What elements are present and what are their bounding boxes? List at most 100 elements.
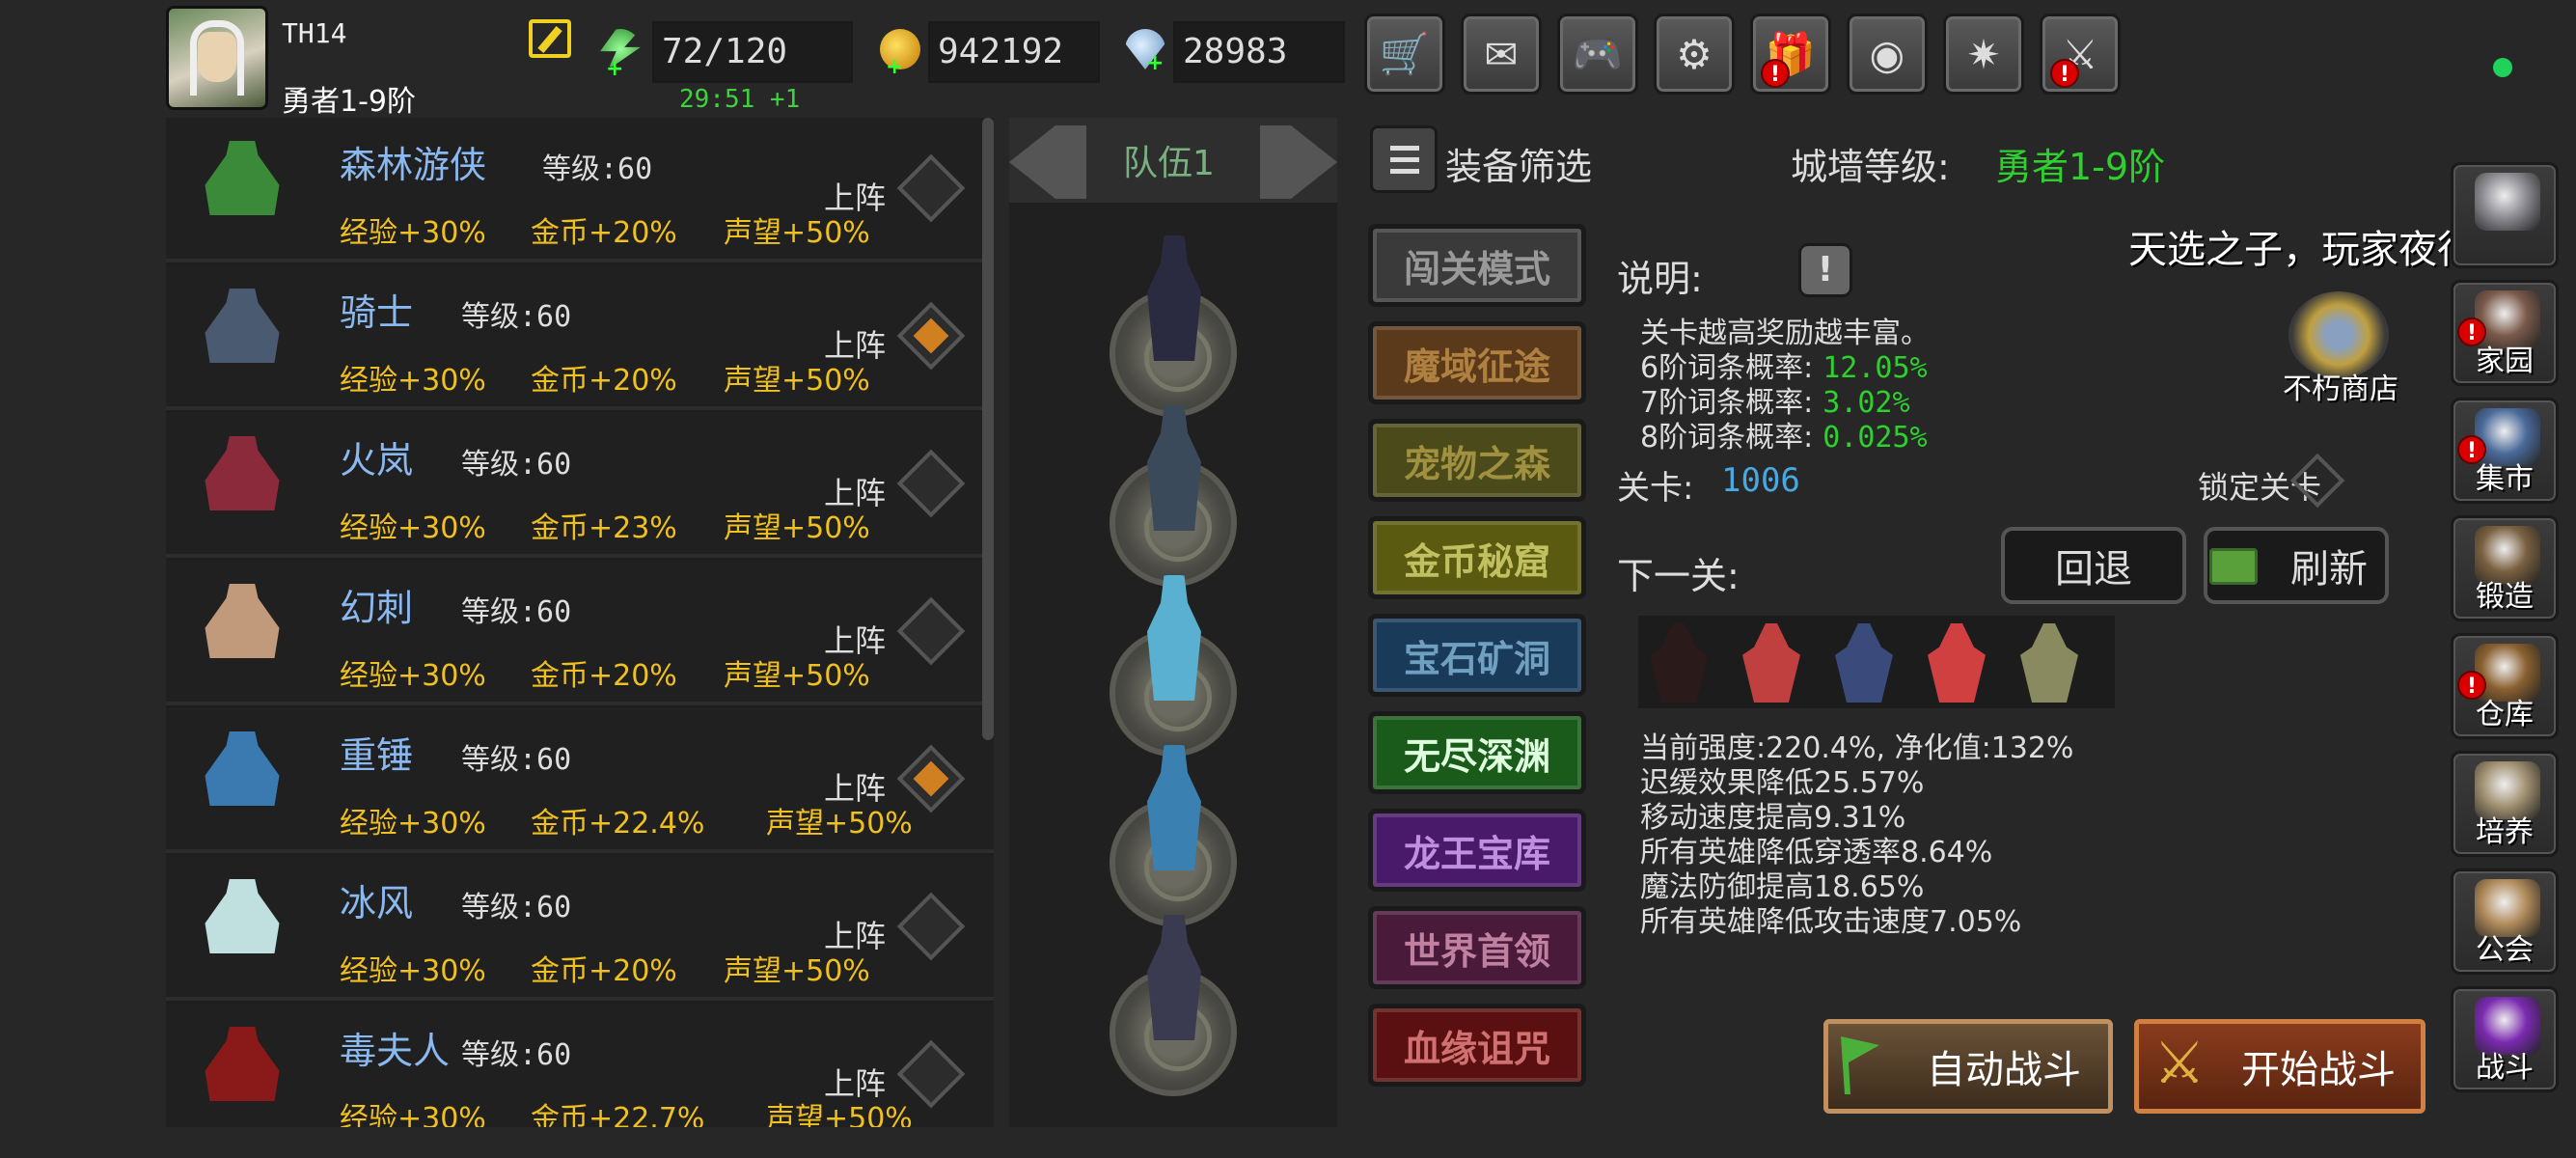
hero-row[interactable]: 幻刺 等级:60 经验+30% 金币+20% 声望+50% 上阵 bbox=[166, 561, 994, 705]
hero-row[interactable]: 火岚 等级:60 经验+30% 金币+23% 声望+50% 上阵 bbox=[166, 413, 994, 558]
mode-button[interactable]: 世界首领 bbox=[1368, 906, 1586, 989]
deploy-toggle[interactable] bbox=[896, 892, 966, 961]
side-menu-label: 培养 bbox=[2476, 815, 2534, 849]
deploy-toggle[interactable] bbox=[896, 449, 966, 518]
hero-row[interactable]: 冰风 等级:60 经验+30% 金币+20% 声望+50% 上阵 bbox=[166, 856, 994, 1001]
hero-gold-bonus: 金币+20% bbox=[531, 216, 677, 250]
mode-button[interactable]: 龙王宝库 bbox=[1368, 809, 1586, 892]
hero-gold-bonus: 金币+20% bbox=[531, 659, 677, 693]
player-title: 勇者1-9阶 bbox=[282, 85, 416, 119]
cart-icon: 🛒 bbox=[1379, 30, 1431, 77]
mode-button[interactable]: 宠物之森 bbox=[1368, 419, 1586, 502]
mail-button[interactable]: ✉ bbox=[1461, 14, 1542, 95]
gear-button[interactable]: ⚙ bbox=[1654, 14, 1735, 95]
hero-sprite bbox=[205, 1017, 280, 1127]
hero-exp-bonus: 经验+30% bbox=[340, 659, 486, 693]
add-gold-icon[interactable]: + bbox=[886, 57, 905, 78]
side-menu-button[interactable]: 锻造 bbox=[2451, 515, 2559, 621]
color-wheel-button[interactable]: ◉ bbox=[1847, 14, 1928, 95]
gamepad-icon: 🎮 bbox=[1572, 30, 1624, 77]
hero-row[interactable]: 毒夫人 等级:60 经验+30% 金币+22.7% 声望+50% 上阵 bbox=[166, 1004, 994, 1127]
enemy-sprite bbox=[1835, 623, 1893, 703]
refresh-video-icon bbox=[2209, 548, 2258, 585]
hero-gold-bonus: 金币+23% bbox=[531, 511, 677, 545]
hero-name: 毒夫人 bbox=[340, 1030, 451, 1072]
side-menu-button[interactable]: 战斗 bbox=[2451, 986, 2559, 1092]
hero-list-scrollbar[interactable] bbox=[982, 118, 994, 740]
hero-exp-bonus: 经验+30% bbox=[340, 1102, 486, 1127]
hero-row[interactable]: 骑士 等级:60 经验+30% 金币+20% 声望+50% 上阵 bbox=[166, 265, 994, 410]
gamepad-button[interactable]: 🎮 bbox=[1557, 14, 1638, 95]
mode-button[interactable]: 宝石矿洞 bbox=[1368, 614, 1586, 697]
mode-button[interactable]: 血缘诅咒 bbox=[1368, 1004, 1586, 1087]
deploy-label: 上阵 bbox=[824, 327, 887, 364]
color-wheel-icon: ◉ bbox=[1869, 30, 1905, 78]
hero-sprite bbox=[205, 131, 280, 251]
add-gem-icon[interactable]: + bbox=[1146, 53, 1165, 74]
team-label: 队伍1 bbox=[1123, 144, 1215, 183]
side-menu-button[interactable]: 公会 bbox=[2451, 868, 2559, 975]
info-icon[interactable] bbox=[1798, 243, 1852, 297]
hero-gold-bonus: 金币+20% bbox=[531, 954, 677, 988]
energy-timer: 29:51 +1 bbox=[679, 85, 801, 114]
stage-modifier-line: 所有英雄降低攻击速度7.05% bbox=[1640, 905, 2022, 939]
cart-button[interactable]: 🛒 bbox=[1364, 14, 1445, 95]
hero-level: 等级:60 bbox=[461, 891, 572, 924]
deploy-toggle[interactable] bbox=[896, 596, 966, 666]
side-menu-button[interactable]: 家园! bbox=[2451, 280, 2559, 386]
alert-badge-icon: ! bbox=[1761, 59, 1790, 88]
hero-row[interactable]: 森林游侠 等级:60 经验+30% 金币+20% 声望+50% 上阵 bbox=[166, 118, 994, 262]
hero-exp-bonus: 经验+30% bbox=[340, 511, 486, 545]
hero-sprite bbox=[205, 869, 280, 989]
hero-name: 骑士 bbox=[340, 291, 414, 334]
side-menu-button[interactable]: 培养 bbox=[2451, 751, 2559, 857]
hero-name: 重锤 bbox=[340, 734, 414, 777]
back-button[interactable]: 回退 bbox=[2001, 527, 2186, 604]
hero-exp-bonus: 经验+30% bbox=[340, 216, 486, 250]
crossed-swords-button[interactable]: ⚔! bbox=[2040, 14, 2121, 95]
hero-level: 等级:60 bbox=[542, 152, 653, 186]
immortal-shop-label[interactable]: 不朽商店 bbox=[2283, 365, 2398, 407]
side-menu-button[interactable] bbox=[2451, 162, 2559, 268]
hero-row[interactable]: 重锤 等级:60 经验+30% 金币+22.4% 声望+50% 上阵 bbox=[166, 708, 994, 853]
edit-icon[interactable] bbox=[529, 19, 571, 58]
deploy-toggle[interactable] bbox=[896, 301, 966, 371]
auto-battle-button[interactable]: 自动战斗 bbox=[1823, 1019, 2113, 1114]
gold-counter: 942192 bbox=[928, 21, 1100, 83]
equipment-filter-button[interactable] bbox=[1370, 125, 1438, 193]
mode-button[interactable]: 无尽深渊 bbox=[1368, 711, 1586, 794]
hero-level: 等级:60 bbox=[461, 595, 572, 629]
enemy-sprite bbox=[1742, 623, 1800, 703]
deploy-label: 上阵 bbox=[824, 918, 887, 954]
stage-value: 1006 bbox=[1721, 461, 1800, 500]
hero-gold-bonus: 金币+22.7% bbox=[531, 1102, 705, 1127]
alert-badge-icon: ! bbox=[2457, 671, 2486, 700]
hero-name: 冰风 bbox=[340, 882, 414, 924]
alert-badge-icon: ! bbox=[2457, 317, 2486, 346]
hero-name: 森林游侠 bbox=[340, 144, 487, 186]
mode-button[interactable]: 闯关模式 bbox=[1368, 224, 1586, 307]
mode-button[interactable]: 金币秘窟 bbox=[1368, 516, 1586, 599]
hero-sprite bbox=[205, 722, 280, 841]
mode-button[interactable]: 魔域征途 bbox=[1368, 321, 1586, 404]
equipment-filter-label[interactable]: 装备筛选 bbox=[1445, 137, 1592, 190]
player-avatar[interactable] bbox=[166, 6, 268, 110]
description-text: 8阶词条概率: bbox=[1640, 421, 1814, 455]
side-menu-button[interactable]: 仓库! bbox=[2451, 633, 2559, 739]
deploy-toggle[interactable] bbox=[896, 153, 966, 223]
hero-level: 等级:60 bbox=[461, 1038, 572, 1072]
hero-level: 等级:60 bbox=[461, 300, 572, 334]
gift-button[interactable]: 🎁! bbox=[1750, 14, 1831, 95]
deploy-label: 上阵 bbox=[824, 475, 887, 511]
description-line: 8阶词条概率: 0.025% bbox=[1640, 413, 1928, 455]
side-menu-button[interactable]: 集市! bbox=[2451, 398, 2559, 504]
description-value: 0.025% bbox=[1822, 421, 1928, 455]
fireworks-button[interactable]: ✷ bbox=[1943, 14, 2024, 95]
game-screen: TH14 勇者1-9阶 + 72/120 29:51 +1 + 942192 +… bbox=[0, 0, 2576, 1158]
add-energy-icon[interactable]: + bbox=[606, 59, 625, 80]
hero-exp-bonus: 经验+30% bbox=[340, 364, 486, 398]
hero-sprite bbox=[205, 427, 280, 546]
side-menu-label: 锻造 bbox=[2476, 580, 2534, 614]
next-stage-enemies bbox=[1638, 616, 2115, 708]
alert-badge-icon: ! bbox=[2050, 59, 2079, 88]
